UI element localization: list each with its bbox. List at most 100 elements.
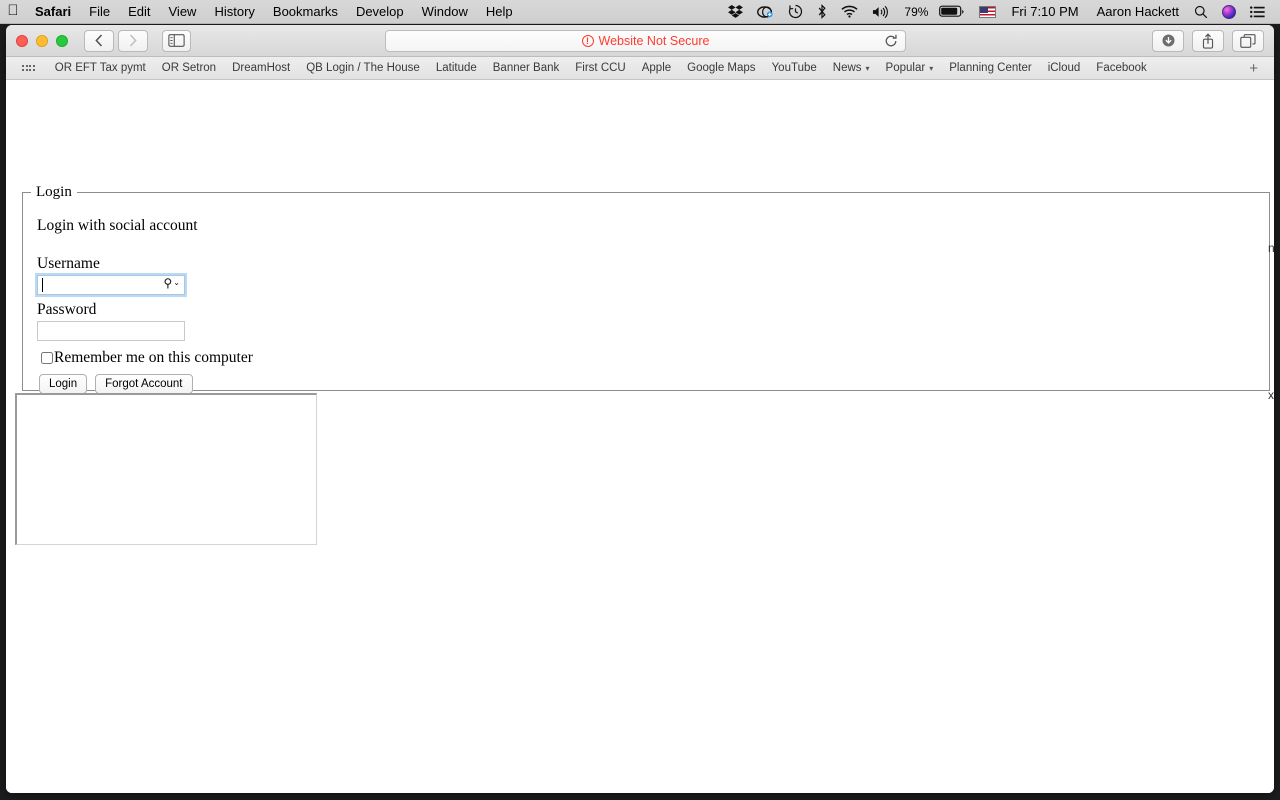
exclamation-circle-icon: ! [581,35,594,47]
empty-embedded-frame [15,393,317,545]
menu-item-window[interactable]: Window [413,0,477,24]
login-legend: Login [36,184,72,200]
not-secure-warning: ! Website Not Secure [581,34,710,48]
window-traffic-lights [16,34,68,47]
us-flag-icon[interactable] [972,0,1003,24]
forgot-account-button[interactable]: Forgot Account [95,374,193,394]
battery-icon[interactable] [932,0,972,24]
web-page-content: Login Login with social account Username… [6,81,1274,793]
bookmarks-grid-icon[interactable] [22,65,35,71]
bookmarks-bar: OR EFT Tax pymt OR Setron DreamHost QB L… [6,57,1274,80]
share-button[interactable] [1192,29,1224,52]
password-label: Password [37,301,97,318]
chevron-down-icon: ▾ [929,63,934,73]
clipped-text-fragment-top: n [1268,241,1274,255]
minimize-window-button[interactable] [36,34,48,47]
bookmark-label: Banner Bank [492,62,560,74]
dropbox-icon[interactable] [721,0,750,24]
bookmark-label: Planning Center [949,62,1032,74]
notification-center-icon[interactable] [1243,0,1272,24]
login-fieldset: Login Login with social account Username… [22,184,1270,394]
volume-icon[interactable] [865,0,897,24]
bookmark-google-maps[interactable]: Google Maps [679,62,763,74]
safari-browser-window: ! Website Not Secure OR EFT Tax pymt OR … [6,25,1274,793]
address-bar[interactable]: ! Website Not Secure [385,30,906,52]
password-autofill-icon[interactable]: ⚲ ⌄ [164,277,181,289]
password-input[interactable] [37,321,185,341]
forward-button[interactable] [118,29,148,52]
siri-icon[interactable] [1215,0,1243,24]
bluetooth-icon[interactable] [810,0,834,24]
bookmark-label: Google Maps [687,62,756,74]
new-tab-button[interactable]: + [1239,61,1268,76]
chevron-down-icon: ▾ [865,63,870,73]
bookmark-or-eft-tax-pymt[interactable]: OR EFT Tax pymt [47,62,154,74]
bookmark-banner-bank[interactable]: Banner Bank [485,62,568,74]
browser-toolbar: ! Website Not Secure [6,25,1274,57]
bookmark-label: Popular [885,62,926,74]
bookmark-youtube[interactable]: YouTube [764,62,825,74]
reload-icon[interactable] [884,34,898,51]
key-icon: ⚲ [163,276,173,290]
tab-overview-button[interactable] [1232,29,1264,52]
close-window-button[interactable] [16,34,28,47]
menu-item-file[interactable]: File [80,0,119,24]
cloudapp-icon[interactable] [750,0,781,24]
back-button[interactable] [84,29,114,52]
username-field-wrapper: ⚲ ⌄ [37,275,185,295]
bookmark-planning-center[interactable]: Planning Center [941,62,1039,74]
menu-item-view[interactable]: View [160,0,206,24]
username-label: Username [37,255,100,272]
bookmark-label: iCloud [1047,62,1081,74]
downloads-button[interactable] [1152,29,1184,52]
wifi-icon[interactable] [834,0,865,24]
remember-me-checkbox[interactable] [41,352,53,364]
bookmark-latitude[interactable]: Latitude [428,62,485,74]
login-button[interactable]: Login [39,374,88,394]
clipped-text-fragment-bottom: x [1268,388,1274,402]
bookmark-label: OR Setron [161,62,217,74]
time-machine-icon[interactable] [781,0,810,24]
menu-bar-clock[interactable]: Fri 7:10 PM [1003,0,1088,24]
bookmark-apple[interactable]: Apple [634,62,679,74]
menu-bar-app-menus:  Safari File Edit View History Bookmark… [0,0,522,24]
maximize-window-button[interactable] [56,34,68,47]
bookmark-first-ccu[interactable]: First CCU [567,62,633,74]
text-caret [42,278,43,292]
bookmark-icloud[interactable]: iCloud [1040,62,1089,74]
bookmark-or-setron[interactable]: OR Setron [154,62,224,74]
bookmark-qb-login-the-house[interactable]: QB Login / The House [298,62,428,74]
social-login-heading: Login with social account [37,217,198,234]
spotlight-search-icon[interactable] [1187,0,1215,24]
bookmark-label: Latitude [435,62,477,74]
password-field-wrapper [37,321,185,341]
menu-item-bookmarks[interactable]: Bookmarks [264,0,347,24]
menu-item-safari[interactable]: Safari [26,0,80,24]
bookmark-label: Facebook [1096,62,1147,74]
bookmark-facebook[interactable]: Facebook [1088,62,1155,74]
bookmark-label: Apple [641,62,672,74]
menu-item-history[interactable]: History [205,0,263,24]
bookmark-label: OR EFT Tax pymt [54,62,146,74]
bookmark-label: DreamHost [232,62,291,74]
bookmark-label: YouTube [771,62,817,74]
remember-me-row[interactable]: Remember me on this computer [37,349,1255,367]
bookmark-folder-popular[interactable]: Popular ▾ [878,62,942,74]
bookmark-folder-news[interactable]: News ▾ [825,62,878,74]
not-secure-label: Website Not Secure [598,34,710,48]
menu-bar-user-name[interactable]: Aaron Hackett [1089,0,1187,24]
login-form: Login with social account Username ⚲ ⌄ P… [23,201,1269,394]
menu-item-help[interactable]: Help [477,0,522,24]
menu-bar-status-tray: 79% Fri 7:10 PM Aaron Hackett [721,0,1280,24]
bookmark-label: First CCU [575,62,626,74]
menu-item-develop[interactable]: Develop [347,0,413,24]
bookmark-dreamhost[interactable]: DreamHost [224,62,298,74]
battery-percent-label: 79% [904,4,929,19]
apple-logo-icon[interactable]:  [0,3,26,20]
menu-item-edit[interactable]: Edit [119,0,159,24]
login-button-row: Login Forgot Account [37,374,1255,394]
remember-me-label: Remember me on this computer [54,349,253,366]
macos-menu-bar:  Safari File Edit View History Bookmark… [0,0,1280,24]
bookmark-label: QB Login / The House [306,62,420,74]
sidebar-toggle-button[interactable] [162,29,191,52]
